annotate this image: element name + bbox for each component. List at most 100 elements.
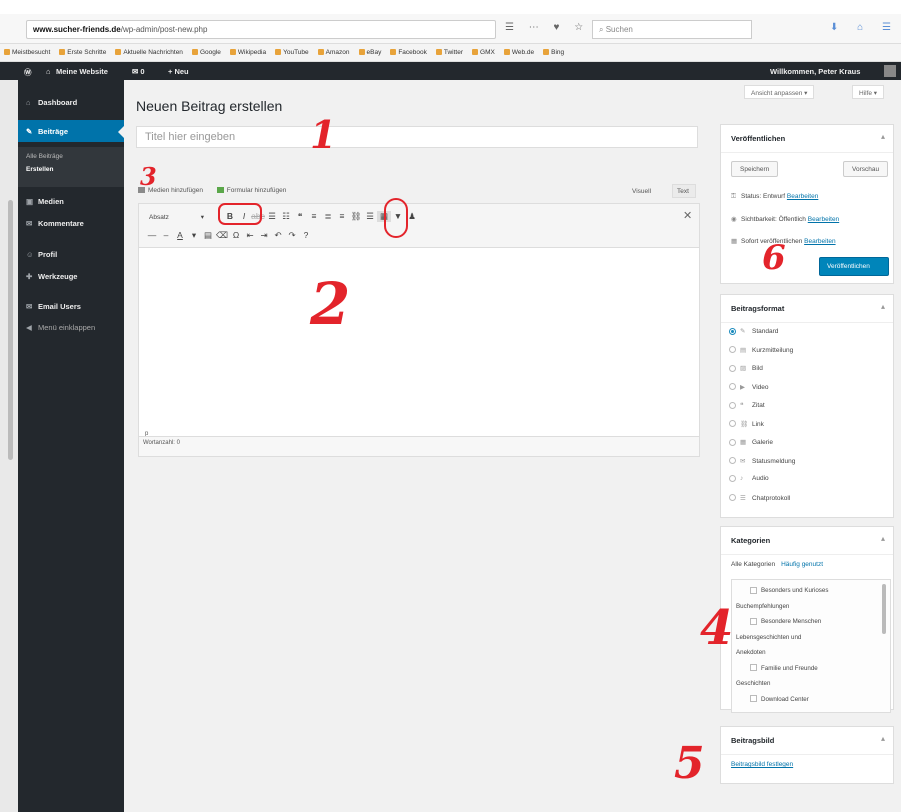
radio-button[interactable]	[729, 383, 736, 391]
browser-search-input[interactable]: ⌕ Suchen	[592, 20, 752, 39]
bookmark-item[interactable]: Twitter	[435, 49, 463, 56]
bookmark-item[interactable]: Bing	[543, 49, 564, 56]
chevron-down-icon[interactable]: ▾	[187, 230, 201, 241]
format-option[interactable]: ☰ Chatprotokoll	[729, 494, 790, 502]
bookmark-item[interactable]: Facebook	[390, 49, 427, 56]
align-left-icon[interactable]: ≡	[307, 211, 321, 221]
bookmark-item[interactable]: Aktuelle Nachrichten	[115, 49, 183, 56]
radio-button[interactable]	[729, 364, 736, 372]
redo-icon[interactable]: ↷	[285, 230, 299, 241]
radio-button[interactable]	[729, 494, 736, 502]
chevron-up-icon[interactable]: ▴	[881, 734, 885, 743]
screen-options-button[interactable]: Ansicht anpassen ▾	[744, 85, 815, 99]
bookmark-item[interactable]: Meistbesucht	[4, 49, 50, 56]
tab-popular-categories[interactable]: Häufig genutzt	[781, 561, 823, 568]
sidebar-item-tools[interactable]: ✚ Werkzeuge	[18, 272, 124, 281]
greeting[interactable]: Willkommen, Peter Kraus	[770, 67, 860, 76]
sidebar-item-comments[interactable]: ✉ Kommentare	[18, 219, 124, 228]
format-option[interactable]: ▨ Bild	[729, 364, 763, 372]
featured-image-title[interactable]: Beitragsbild ▴	[721, 727, 893, 755]
format-option[interactable]: ⛓ Link	[729, 420, 764, 428]
close-icon[interactable]: ✕	[683, 209, 692, 222]
format-option[interactable]: ❝ Zitat	[729, 401, 765, 409]
category-item[interactable]: Besondere Menschen	[750, 617, 821, 626]
link-icon[interactable]: ⛓	[349, 211, 363, 222]
paste-text-icon[interactable]: ▤	[201, 230, 215, 241]
sidebar-item-email-users[interactable]: ✉ Email Users	[18, 302, 124, 311]
format-option[interactable]: ✎ Standard	[729, 327, 778, 335]
category-item[interactable]: Download Center	[750, 695, 809, 704]
format-option[interactable]: ▶ Video	[729, 383, 769, 391]
set-featured-image-link[interactable]: Beitragsbild festlegen	[731, 761, 793, 768]
site-name[interactable]: Meine Website	[56, 67, 108, 76]
radio-button[interactable]	[729, 346, 736, 354]
sidebar-item-profile[interactable]: ☺ Profil	[18, 250, 124, 259]
format-option[interactable]: ♪ Audio	[729, 475, 769, 482]
publish-button[interactable]: Veröffentlichen	[819, 257, 889, 276]
submenu-new-post[interactable]: Erstellen	[18, 166, 124, 173]
category-scrollbar[interactable]	[882, 584, 886, 634]
help-button[interactable]: Hilfe ▾	[852, 85, 885, 99]
bullet-list-icon[interactable]: ☰	[265, 211, 279, 222]
scrollbar-thumb[interactable]	[8, 200, 13, 460]
bookmark-item[interactable]: Wikipedia	[229, 49, 266, 56]
align-right-icon[interactable]: ≡	[335, 211, 349, 221]
format-option[interactable]: ▤ Kurzmitteilung	[729, 346, 793, 354]
bookmark-item[interactable]: eBay	[358, 49, 381, 56]
format-option[interactable]: ✉ Statusmeldung	[729, 457, 795, 465]
category-checkbox[interactable]	[750, 695, 757, 703]
bookmark-item[interactable]: YouTube	[275, 49, 309, 56]
content-editor[interactable]: Absatz ▾ B Iabc ☰ ☷ ❝ ≡ ≣ ≡ ⛓ ☰ ▦ ▼ ♟ — – A ▾ ▤ ⌫ Ω ⇤ ⇥ ↶ ↷? ✕…	[138, 203, 700, 457]
bookmark-item[interactable]: Web.de	[503, 49, 534, 56]
sidebar-item-media[interactable]: ▣ Medien	[18, 197, 124, 206]
indent-icon[interactable]: ⇥	[257, 230, 271, 241]
category-item[interactable]: Familie und Freunde	[750, 664, 818, 673]
bookmark-item[interactable]: GMX	[472, 49, 495, 56]
horizontal-rule-icon[interactable]: —	[145, 230, 159, 240]
unlink-icon[interactable]: ☰	[363, 211, 377, 222]
sidebar-item-posts[interactable]: ✎ Beiträge	[18, 120, 124, 142]
outdent-icon[interactable]: ⇤	[243, 230, 257, 241]
radio-button[interactable]	[729, 438, 736, 446]
format-select[interactable]: Absatz ▾	[147, 211, 211, 224]
format-box-title[interactable]: Beitragsformat ▴	[721, 295, 893, 323]
special-char-icon[interactable]: Ω	[229, 230, 243, 240]
sidebar-collapse-menu[interactable]: ◀ Menü einklappen	[18, 323, 124, 332]
comments-icon[interactable]: ✉ 0	[132, 67, 145, 76]
format-option[interactable]: ▦ Galerie	[729, 438, 773, 446]
radio-button[interactable]	[729, 420, 736, 428]
chevron-up-icon[interactable]: ▴	[881, 302, 885, 311]
category-item[interactable]: Besonders und Kurioses	[750, 586, 828, 595]
save-draft-button[interactable]: Speichern	[731, 161, 779, 177]
radio-button[interactable]	[729, 327, 736, 335]
radio-button[interactable]	[729, 475, 736, 482]
undo-icon[interactable]: ↶	[271, 230, 285, 241]
tab-visual[interactable]: Visuell	[632, 188, 651, 195]
preview-button[interactable]: Vorschau	[843, 161, 889, 177]
quote-icon[interactable]: ❝	[293, 211, 307, 222]
bookmark-item[interactable]: Erste Schritte	[59, 49, 106, 56]
radio-button[interactable]	[729, 401, 736, 409]
schedule-edit-link[interactable]: Bearbeiten	[804, 238, 835, 245]
align-center-icon[interactable]: ≣	[321, 211, 335, 222]
add-form-button[interactable]: Formular hinzufügen	[216, 187, 286, 194]
categories-box-title[interactable]: Kategorien ▴	[721, 527, 893, 555]
new-content-button[interactable]: + Neu	[168, 67, 189, 76]
category-checkbox[interactable]	[750, 617, 757, 625]
numbered-list-icon[interactable]: ☷	[279, 211, 293, 222]
tab-all-categories[interactable]: Alle Kategorien	[731, 561, 775, 568]
category-checkbox[interactable]	[750, 586, 757, 594]
browser-action-icons[interactable]: ☰ ⋯ ♥ ☆	[505, 22, 589, 33]
status-edit-link[interactable]: Bearbeiten	[787, 193, 818, 200]
help-icon[interactable]: ?	[299, 230, 313, 240]
clear-format-icon[interactable]: ⌫	[215, 230, 229, 241]
avatar[interactable]	[884, 65, 896, 77]
minus-icon[interactable]: –	[159, 230, 173, 240]
address-field[interactable]: www.sucher-friends.de/wp-admin/post-new.…	[26, 20, 496, 39]
visibility-edit-link[interactable]: Bearbeiten	[808, 216, 839, 223]
radio-button[interactable]	[729, 457, 736, 465]
wp-logo-icon[interactable]: Ⓦ	[24, 67, 32, 78]
chevron-up-icon[interactable]: ▴	[881, 132, 885, 141]
submenu-all-posts[interactable]: Alle Beiträge	[18, 153, 124, 160]
chevron-up-icon[interactable]: ▴	[881, 534, 885, 543]
